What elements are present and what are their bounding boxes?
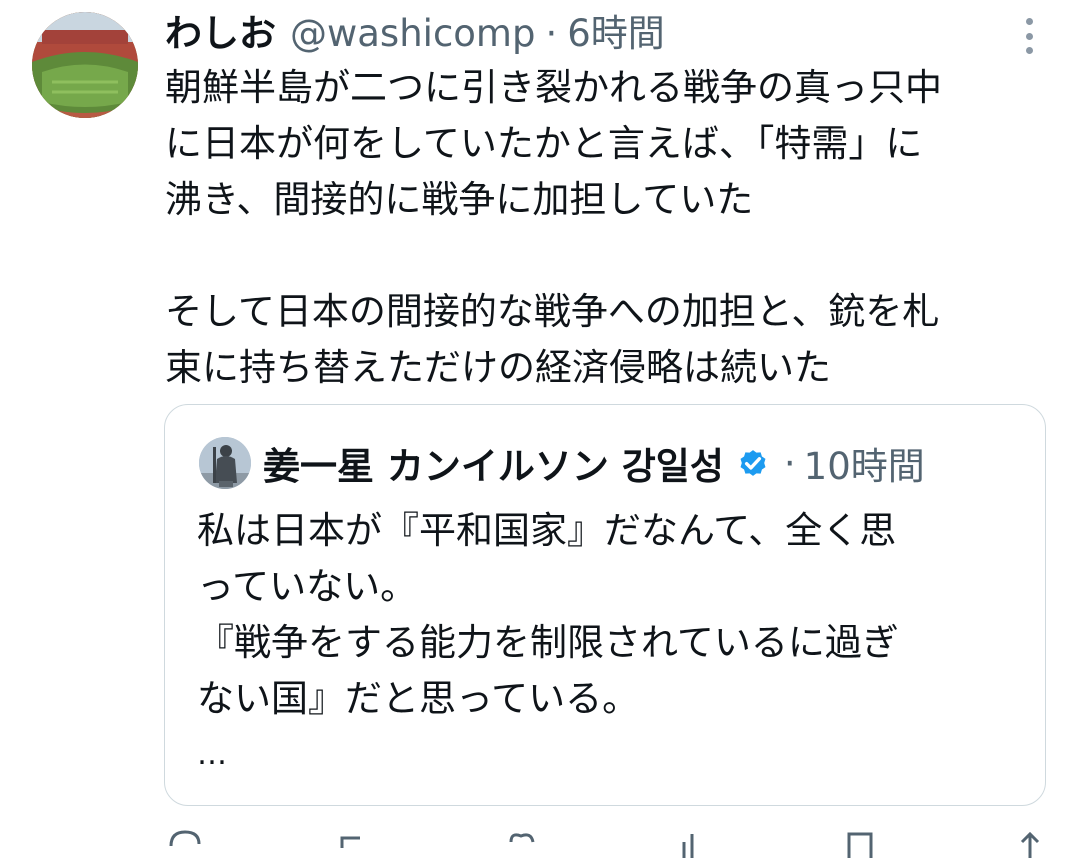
verified-badge-icon xyxy=(740,450,766,476)
timestamp[interactable]: 6時間 xyxy=(567,8,665,60)
quoted-display-name[interactable]: 姜一星 カンイルソン 강일성 xyxy=(263,436,724,490)
quoted-header: 姜一星 カンイルソン 강일성 · 10時間 xyxy=(263,433,1025,493)
quoted-text: 私は日本が『平和国家』だなんて、全く思 っていない。 『戦争をする能力を制限され… xyxy=(197,509,899,720)
retweet-icon[interactable] xyxy=(334,828,374,858)
display-name[interactable]: わしお xyxy=(165,8,276,60)
quoted-ellipsis: … xyxy=(197,737,227,772)
dot xyxy=(1025,47,1033,54)
reply-icon[interactable] xyxy=(165,828,205,858)
quoted-timestamp: 10時間 xyxy=(803,445,925,488)
more-vertical-icon[interactable] xyxy=(1023,18,1035,54)
share-icon[interactable] xyxy=(1010,828,1050,858)
dot xyxy=(1025,18,1033,25)
separator-dot: · xyxy=(545,12,558,55)
dot xyxy=(1025,32,1033,40)
quoted-avatar xyxy=(199,437,251,489)
action-bar xyxy=(165,828,1050,858)
user-handle[interactable]: @washicomp xyxy=(290,8,535,60)
tweet-header: わしお @washicomp · 6時間 xyxy=(165,8,1010,60)
bookmark-icon[interactable] xyxy=(841,828,881,858)
stadium-photo-avatar xyxy=(32,12,138,118)
avatar[interactable] xyxy=(32,12,138,118)
quoted-tweet-card[interactable]: 姜一星 カンイルソン 강일성 · 10時間 私は日本が『平和国家』だなんて、全く… xyxy=(164,404,1046,806)
tweet-text: 朝鮮半島が二つに引き裂かれる戦争の真っ只中 に日本が何をしていたかと言えば、「特… xyxy=(165,66,942,389)
views-icon[interactable] xyxy=(672,828,712,858)
separator-dot: · xyxy=(783,441,796,485)
like-icon[interactable] xyxy=(503,828,543,858)
statue-photo-avatar xyxy=(199,437,251,489)
